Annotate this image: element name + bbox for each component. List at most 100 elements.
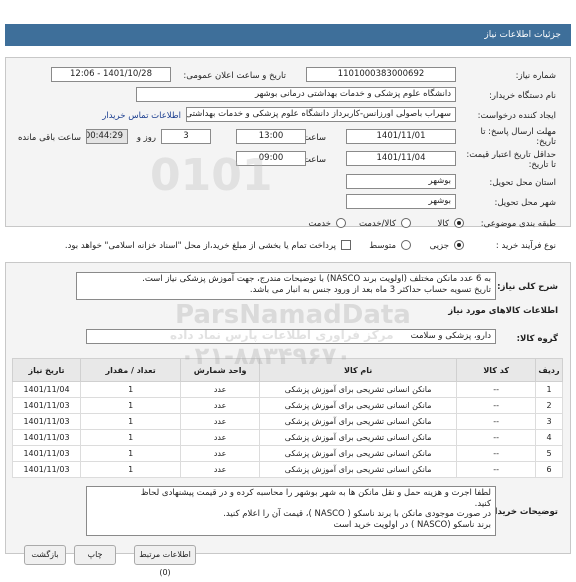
table-row[interactable]: 2 -- مانکن انسانی تشریحی برای آموزش پزشک… xyxy=(12,397,563,414)
row-code: -- xyxy=(456,445,537,462)
row-qty: 1 xyxy=(79,429,182,446)
goods-group-label: گروه کالا: xyxy=(516,334,558,344)
row-name: مانکن انسانی تشریحی برای آموزش پزشکی xyxy=(258,429,458,446)
goods-group-field: دارو، پزشکی و سلامت xyxy=(86,329,496,344)
days-field: 3 xyxy=(161,129,211,144)
row-date: 1401/11/03 xyxy=(12,429,81,446)
creator-label: ایجاد کننده درخواست: xyxy=(477,111,556,121)
row-qty: 1 xyxy=(79,413,182,430)
row-date: 1401/11/03 xyxy=(12,413,81,430)
table-row[interactable]: 6 -- مانکن انسانی تشریحی برای آموزش پزشک… xyxy=(12,461,563,478)
row-number: 6 xyxy=(535,461,563,478)
creator-field: سهراب باصولی اورزانس-کاربرداز دانشگاه عل… xyxy=(186,107,456,122)
treasury-checkbox[interactable] xyxy=(341,240,351,250)
category-label: طبقه بندی موضوعی: xyxy=(480,219,556,229)
buyer-org-field: دانشگاه علوم پزشکی و خدمات بهداشتی درمان… xyxy=(136,87,456,102)
table-row[interactable]: 5 -- مانکن انسانی تشریحی برای آموزش پزشک… xyxy=(12,445,563,462)
contact-buyer-link[interactable]: اطلاعات تماس خریدار xyxy=(102,111,181,121)
need-number-field: 1101000383000692 xyxy=(306,67,456,82)
category-option-goods-service: کالا/خدمت xyxy=(359,219,396,229)
validity-date-field: 1401/11/04 xyxy=(346,151,456,166)
validity-label: حداقل تاریخ اعتبار قیمت: تا تاریخ: xyxy=(466,150,556,170)
province-label: استان محل تحویل: xyxy=(489,178,556,188)
row-number: 4 xyxy=(535,429,563,446)
col-unit: واحد شمارش xyxy=(180,358,260,382)
col-row: ردیف xyxy=(535,358,563,382)
category-option-service: خدمت xyxy=(308,219,331,229)
deadline-time-label: ساعت xyxy=(302,133,326,143)
table-row[interactable]: 3 -- مانکن انسانی تشریحی برای آموزش پزشک… xyxy=(12,413,563,430)
process-option-minor: جزیی xyxy=(429,241,449,251)
days-label: روز و xyxy=(136,133,156,143)
table-row[interactable]: 4 -- مانکن انسانی تشریحی برای آموزش پزشک… xyxy=(12,429,563,446)
row-date: 1401/11/03 xyxy=(12,445,81,462)
buyer-notes-box: لطفا اجرت و هزینه حمل و نقل مانکن ها به … xyxy=(86,486,496,536)
page-title: جزئیات اطلاعات نیاز xyxy=(484,30,561,40)
deadline-label: مهلت ارسال پاسخ: تا تاریخ: xyxy=(480,127,556,147)
goods-section-title: اطلاعات کالاهای مورد نیاز xyxy=(448,306,558,316)
page-header: جزئیات اطلاعات نیاز xyxy=(5,24,571,46)
row-code: -- xyxy=(456,381,537,398)
row-qty: 1 xyxy=(79,381,182,398)
row-name: مانکن انسانی تشریحی برای آموزش پزشکی xyxy=(258,381,458,398)
row-code: -- xyxy=(456,461,537,478)
goods-table-header: ردیف کد کالا نام کالا واحد شمارش تعداد /… xyxy=(12,358,563,382)
description-line-2: تاریخ تسویه حساب حداکثر 3 ماه بعد از ورو… xyxy=(249,285,491,295)
city-label: شهر محل تحویل: xyxy=(494,198,556,208)
buyer-notes-line-4: برند ناسکو (NASCO ) در اولویت خرید است xyxy=(333,519,491,530)
goods-table: ردیف کد کالا نام کالا واحد شمارش تعداد /… xyxy=(12,358,563,478)
validity-time-field: 09:00 xyxy=(236,151,306,166)
row-unit: عدد xyxy=(180,429,260,446)
process-label: نوع فرآیند خرید : xyxy=(495,241,556,251)
row-qty: 1 xyxy=(79,397,182,414)
col-code: کد کالا xyxy=(456,358,537,382)
category-radio-goods-service[interactable] xyxy=(401,218,411,228)
process-radio-minor[interactable] xyxy=(454,240,464,250)
row-code: -- xyxy=(456,413,537,430)
row-name: مانکن انسانی تشریحی برای آموزش پزشکی xyxy=(258,461,458,478)
row-date: 1401/11/04 xyxy=(12,381,81,398)
row-name: مانکن انسانی تشریحی برای آموزش پزشکی xyxy=(258,413,458,430)
description-label: شرح کلی نیاز: xyxy=(497,282,558,292)
print-button[interactable]: چاپ xyxy=(74,545,116,565)
row-date: 1401/11/03 xyxy=(12,397,81,414)
row-code: -- xyxy=(456,429,537,446)
deadline-time-field: 13:00 xyxy=(236,129,306,144)
row-number: 5 xyxy=(535,445,563,462)
row-number: 2 xyxy=(535,397,563,414)
description-box: به 6 عدد مانکن مختلف (اولویت برند NASCO)… xyxy=(76,272,496,300)
need-number-label: شماره نیاز: xyxy=(515,71,556,81)
city-field: بوشهر xyxy=(346,194,456,209)
back-button[interactable]: بازگشت xyxy=(24,545,66,565)
row-unit: عدد xyxy=(180,413,260,430)
table-row[interactable]: 1 -- مانکن انسانی تشریحی برای آموزش پزشک… xyxy=(12,381,563,398)
category-radio-goods[interactable] xyxy=(454,218,464,228)
row-name: مانکن انسانی تشریحی برای آموزش پزشکی xyxy=(258,445,458,462)
row-date: 1401/11/03 xyxy=(12,461,81,478)
row-number: 3 xyxy=(535,413,563,430)
process-radio-medium[interactable] xyxy=(401,240,411,250)
province-field: بوشهر xyxy=(346,174,456,189)
deadline-date-field: 1401/11/01 xyxy=(346,129,456,144)
col-name: نام کالا xyxy=(258,358,458,382)
row-qty: 1 xyxy=(79,461,182,478)
description-line-1: به 6 عدد مانکن مختلف (اولویت برند NASCO)… xyxy=(142,274,491,284)
buyer-org-label: نام دستگاه خریدار: xyxy=(489,91,556,101)
col-qty: تعداد / مقدار xyxy=(79,358,182,382)
process-option-medium: متوسط xyxy=(369,241,396,251)
remaining-label: ساعت باقی مانده xyxy=(17,133,81,143)
announce-field: 1401/10/28 - 12:06 xyxy=(51,67,171,82)
remaining-time-field: 00:44:29 xyxy=(86,129,128,144)
validity-time-label: ساعت xyxy=(302,155,326,165)
row-code: -- xyxy=(456,397,537,414)
buyer-notes-line-1: لطفا اجرت و هزینه حمل و نقل مانکن ها به … xyxy=(140,488,491,498)
category-radio-service[interactable] xyxy=(336,218,346,228)
row-name: مانکن انسانی تشریحی برای آموزش پزشکی xyxy=(258,397,458,414)
related-info-button[interactable]: اطلاعات مرتبط (0) xyxy=(134,545,196,577)
row-number: 1 xyxy=(535,381,563,398)
payment-note: پرداخت تمام یا بخشی از مبلغ خرید،از محل … xyxy=(64,241,336,251)
row-unit: عدد xyxy=(180,461,260,478)
row-unit: عدد xyxy=(180,381,260,398)
category-option-goods: کالا xyxy=(437,219,449,229)
buyer-notes-line-3: در صورت موجودی مانکن با برند ناسکو ( NAS… xyxy=(223,509,491,519)
